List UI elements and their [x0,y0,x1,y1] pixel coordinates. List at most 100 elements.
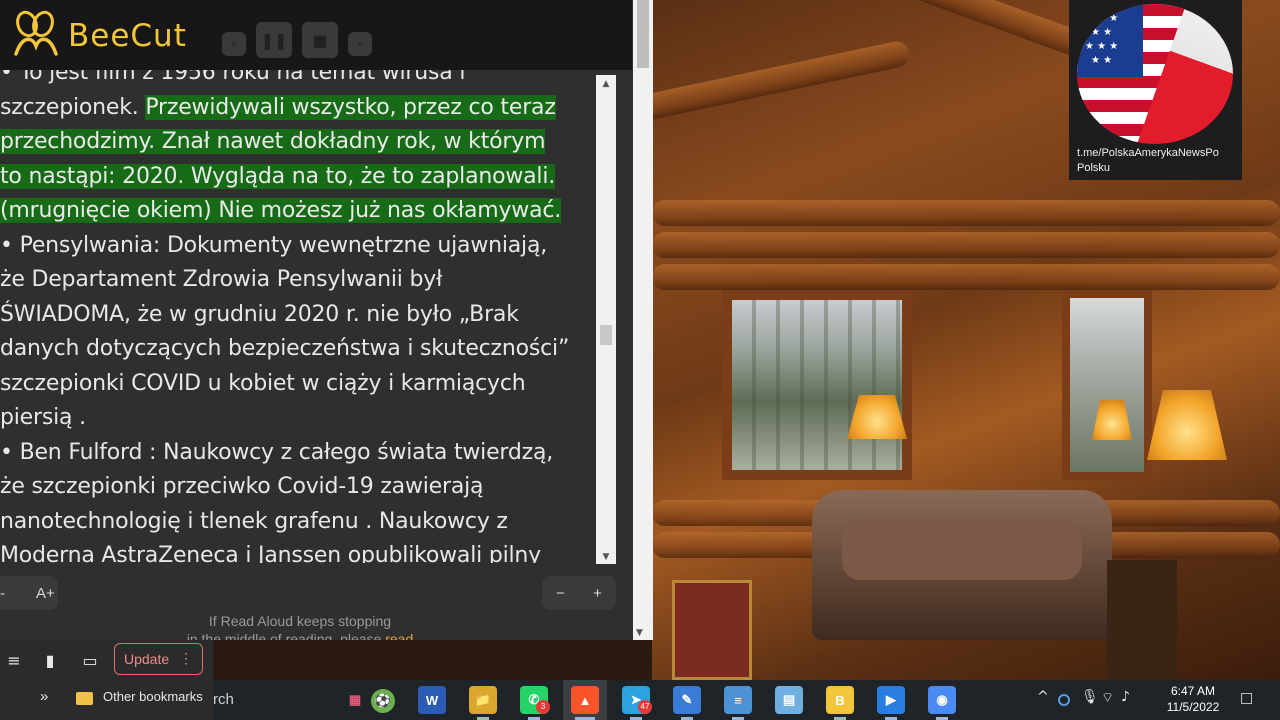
us-flag-canton: ★ ★ ★ ★ ★ ★ ★ ★ ★ ★ [1077,4,1143,77]
reader-line-text: ŚWIADOMA, że w grudniu 2020 r. nie było … [0,301,519,327]
taskbar-paint-icon[interactable]: ✎ [673,686,701,714]
reader-line: szczepionek. Przewidywali wszystko, prze… [0,91,595,126]
update-label: Update [124,651,170,667]
browser-update-button[interactable]: Update ⋮ [114,643,203,675]
taskbar-sticky-notes-icon[interactable]: ▤ [775,686,803,714]
reader-hint-link[interactable]: read [385,631,413,640]
wallpaper-log [652,264,1280,290]
reader-line: danych dotyczących bezpieczeństwa i skut… [0,332,595,367]
taskbar-brave-icon[interactable]: ▲ [571,686,599,714]
scroll-down-icon[interactable]: ▼ [599,552,613,562]
reader-line: piersią . [0,401,595,436]
wallpaper-lamp [1147,390,1227,460]
beecut-title: BeeCut [68,18,187,54]
bookmarks-bar: » Other bookmarks [0,680,213,720]
menu-dots-icon[interactable]: ⋮ [179,650,193,667]
speed-controls: − + [542,576,616,610]
bookmarks-overflow-chevron-icon[interactable]: » [40,688,48,705]
reader-line: • Pensylwania: Dokumenty wewnętrzne ujaw… [0,229,595,264]
taskbar-word-icon[interactable]: W [418,686,446,714]
font-size-controls: - A+ [0,576,58,610]
speaker-icon[interactable]: ♪ [1121,689,1130,705]
window-scroll-down-icon[interactable]: ▼ [636,628,643,638]
font-decrease-button[interactable]: - [0,585,18,602]
reader-highlighted-text: to nastąpi: 2020. Wygląda na to, że to z… [0,163,556,189]
reader-line: przechodzimy. Znał nawet dokładny rok, w… [0,125,595,160]
read-aloud-window: • To jest film z 1956 roku na temat wiru… [0,0,653,640]
taskbar-search-box[interactable]: rch [213,691,234,708]
reader-line: • Ben Fulford : Naukowcy z całego świata… [0,436,595,471]
us-poland-flag-icon: ★ ★ ★ ★ ★ ★ ★ ★ ★ ★ [1077,4,1233,144]
rewind-button[interactable]: « [222,32,246,56]
other-bookmarks-link[interactable]: Other bookmarks [103,689,203,704]
network-icon[interactable]: ⌔ [1101,689,1114,707]
taskbar-beecut-icon[interactable]: B [826,686,854,714]
news-weather-icon[interactable]: ⚽ [371,689,395,713]
wallpaper-side-table [1107,560,1177,680]
reader-scrollbar[interactable]: ▲ ▼ [596,75,616,564]
clock-date: 11/5/2022 [1166,700,1220,714]
reader-line: szczepionki COVID u kobiet w ciąży i kar… [0,367,595,402]
wallpaper-log [652,232,1280,258]
font-increase-button[interactable]: A+ [36,585,55,602]
speed-decrease-button[interactable]: − [556,585,565,602]
beecut-recorder-bar: BeeCut « ❚❚ ■ » [0,0,632,70]
taskbar-video-editor-icon[interactable]: ▶ [877,686,905,714]
clock-time: 6:47 AM [1170,684,1216,698]
reader-scroll-thumb[interactable] [600,325,612,345]
telegram-channel-link: t.me/PolskaAmerykaNewsPo Polsku [1077,147,1219,174]
side-panel-icon[interactable]: ▮ [40,650,60,670]
reader-line-text: szczepionki COVID u kobiet w ciąży i kar… [0,370,526,396]
bee-logo-icon [14,10,58,56]
wallpaper-log [652,200,1280,226]
reader-line-text: szczepionek. [0,94,146,120]
wallpaper-window [1062,290,1152,480]
folder-icon [76,692,93,705]
desktop: ★ ★ ★ ★ ★ ★ ★ ★ ★ ★ t.me/PolskaAmerykaNe… [0,0,1280,720]
taskbar-badge: 47 [638,700,652,714]
reader-line-text: piersią . [0,405,86,430]
taskbar-badge: 3 [536,700,550,714]
reading-list-icon[interactable]: ≡ [4,650,24,670]
reader-line: (mrugnięcie okiem) Nie możesz już nas ok… [0,194,595,229]
stop-button[interactable]: ■ [302,22,338,58]
reader-line-text: danych dotyczących bezpieczeństwa i skut… [0,336,570,361]
window-scrollbar[interactable]: ▼ [633,0,653,640]
wallpaper-window [722,290,912,480]
forward-button[interactable]: » [348,32,372,56]
reader-line: Moderna AstraZeneca i Janssen opublikowa… [0,539,595,563]
taskbar-clock[interactable]: 6:47 AM 11/5/2022 [1159,683,1227,715]
reader-highlighted-text: przechodzimy. Znał nawet dokładny rok, w… [0,129,546,154]
reader-line-text: • Pensylwania: Dokumenty wewnętrzne ujaw… [0,232,548,258]
wallet-icon[interactable]: ▭ [80,650,100,670]
notification-center-icon[interactable]: □ [1240,690,1253,706]
telegram-channel-badge: ★ ★ ★ ★ ★ ★ ★ ★ ★ ★ t.me/PolskaAmerykaNe… [1069,0,1242,180]
scroll-up-icon[interactable]: ▲ [599,79,613,89]
reader-text: • To jest film z 1956 roku na temat wiru… [0,56,595,563]
reader-line: ŚWIADOMA, że w grudniu 2020 r. nie było … [0,298,595,333]
widgets-icon[interactable]: ▦ [341,686,369,714]
window-scroll-thumb[interactable] [637,0,649,68]
reader-line: to nastąpi: 2020. Wygląda na to, że to z… [0,160,595,195]
wallpaper-sofa [812,490,1112,640]
taskbar-chrome-icon[interactable]: ◉ [928,686,956,714]
pause-button[interactable]: ❚❚ [256,22,292,58]
wallpaper-beam [652,39,912,127]
reader-hint-cont: in the middle of reading, please read [150,630,450,640]
microphone-icon[interactable]: 🎙 [1081,689,1099,705]
taskbar-notepad-icon[interactable]: ≡ [724,686,752,714]
reader-line-text: Moderna AstraZeneca i Janssen opublikowa… [0,543,541,563]
reader-line: że Departament Zdrowia Pensylwanii był [0,263,595,298]
reader-line-text: nanotechnologię i tlenek grafenu . Nauko… [0,508,508,534]
windows-taskbar: rch ▦ ⚽ W 📁 ✆ 3 ▲ ➤ 47 ✎ ≡ ▤ B ▶ ◉ ^ 🎙 ⌔ ♪ 6:47 AM 1… [213,680,1280,720]
reader-line: nanotechnologię i tlenek grafenu . Nauko… [0,505,595,540]
tray-overflow-chevron-icon[interactable]: ^ [1037,689,1049,705]
speed-increase-button[interactable]: + [593,585,602,602]
wallpaper-rug [672,580,752,680]
reader-line: że szczepionki przeciwko Covid-19 zawier… [0,470,595,505]
tray-app-icon[interactable] [1058,694,1070,706]
taskbar-file-explorer-icon[interactable]: 📁 [469,686,497,714]
reader-hint-text: in the middle of reading, please [186,631,386,640]
reader-line-text: że Departament Zdrowia Pensylwanii był [0,267,443,292]
reader-line-text: • Ben Fulford : Naukowcy z całego świata… [0,439,554,465]
